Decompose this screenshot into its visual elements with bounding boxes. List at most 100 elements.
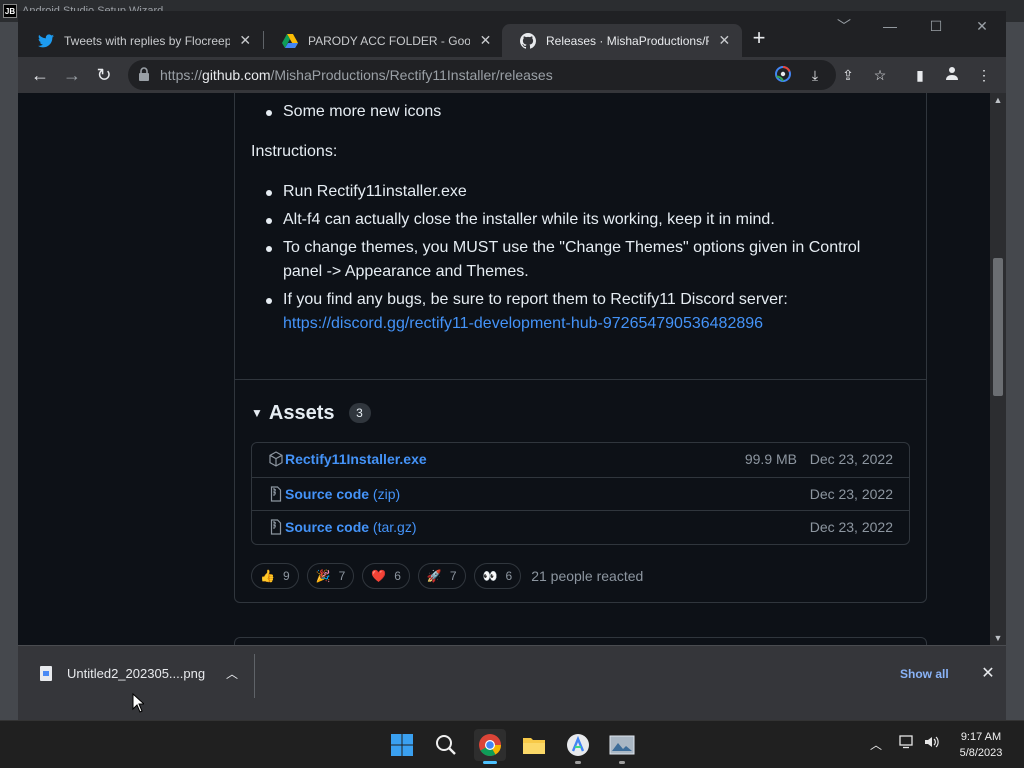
chrome-icon	[479, 734, 501, 756]
close-window-button[interactable]: ✕	[962, 15, 1002, 37]
scroll-down-arrow-icon[interactable]: ▼	[990, 631, 1006, 645]
list-item: Run Rectify11installer.exe	[251, 180, 891, 204]
tab-google-drive[interactable]: PARODY ACC FOLDER - Google Drive ✕	[264, 24, 503, 57]
assets-toggle[interactable]: ▼ Assets 3	[251, 400, 371, 426]
search-icon	[436, 735, 456, 755]
windows-logo-icon	[391, 734, 413, 756]
side-panel-icon[interactable]: ▮	[910, 65, 930, 85]
reload-button[interactable]: ↻	[90, 61, 118, 89]
tab-close-icon[interactable]: ✕	[238, 32, 253, 49]
reaction-thumbs-up[interactable]: 👍 9	[251, 563, 299, 589]
twitter-icon	[38, 33, 54, 49]
image-file-icon	[40, 666, 52, 681]
list-item: If you find any bugs, be sure to report …	[251, 288, 891, 336]
list-item: Alt-f4 can actually close the installer …	[251, 208, 891, 232]
asset-format: (zip)	[372, 486, 401, 502]
minimize-button[interactable]: —	[870, 15, 910, 37]
tray-overflow-chevron-icon[interactable]: ︿	[866, 735, 886, 755]
heart-icon: ❤️	[371, 569, 387, 583]
asset-row[interactable]: Source code (zip) Dec 23, 2022	[252, 477, 909, 510]
tab-title: Tweets with replies by Flocreeper	[64, 33, 230, 48]
tab-close-icon[interactable]: ✕	[717, 32, 732, 49]
discord-link[interactable]: https://discord.gg/rectify11-development…	[283, 315, 763, 332]
asset-date: Dec 23, 2022	[809, 519, 893, 535]
taskbar-android-studio[interactable]	[562, 729, 594, 764]
scroll-thumb[interactable]	[993, 258, 1003, 396]
tab-title: PARODY ACC FOLDER - Google Drive	[308, 33, 470, 48]
notes-list: Some more new icons	[251, 100, 891, 128]
running-indicator	[575, 761, 581, 764]
start-button[interactable]	[386, 729, 418, 761]
file-zip-icon	[270, 486, 282, 502]
search-button[interactable]	[430, 729, 462, 761]
folder-icon	[523, 738, 545, 754]
chevron-up-icon[interactable]: ︿	[222, 658, 242, 690]
new-tab-button[interactable]: +	[746, 26, 772, 52]
running-indicator	[483, 761, 497, 764]
clock-date: 5/8/2023	[959, 747, 1003, 759]
show-all-button[interactable]: Show all	[900, 658, 949, 690]
close-shelf-button[interactable]: ✕	[976, 658, 1000, 690]
download-item[interactable]: Untitled2_202305....png ︿	[30, 658, 256, 690]
instructions-heading: Instructions:	[251, 143, 338, 160]
instructions-list: Run Rectify11installer.exe Alt-f4 can ac…	[251, 180, 891, 340]
assets-title: Assets	[268, 401, 335, 424]
tab-twitter[interactable]: Tweets with replies by Flocreeper ✕	[20, 24, 263, 57]
package-icon	[269, 451, 283, 467]
system-clock[interactable]: 9:17 AM 5/8/2023	[950, 729, 1012, 761]
taskbar-file-explorer[interactable]	[518, 729, 550, 761]
install-app-icon[interactable]: ⤓	[806, 66, 824, 84]
volume-icon[interactable]	[922, 735, 942, 755]
tab-search-button[interactable]: ﹀	[824, 15, 864, 37]
url-path: /MishaProductions/Rectify11Installer/rel…	[270, 67, 553, 83]
tab-github-releases[interactable]: Releases · MishaProductions/Rectify11Ins…	[502, 24, 742, 57]
asset-name: Source code	[285, 486, 370, 502]
photo-icon	[609, 735, 635, 755]
asset-link[interactable]: Source code (tar.gz)	[285, 511, 417, 544]
asset-size: 99.9 MB	[744, 451, 797, 467]
reactions-bar: 👍 9 🎉 7 ❤️ 6 🚀 7 👀 6 21 people reacted	[251, 563, 643, 589]
asset-row[interactable]: Source code (tar.gz) Dec 23, 2022	[252, 510, 909, 543]
tab-close-icon[interactable]: ✕	[478, 32, 493, 49]
next-release-card	[234, 637, 927, 645]
url-text[interactable]: https://github.com/MishaProductions/Rect…	[160, 60, 553, 90]
jetbrains-logo: JB	[3, 4, 17, 18]
taskbar-chrome[interactable]	[474, 729, 506, 764]
network-icon[interactable]	[897, 735, 917, 755]
asset-link[interactable]: Rectify11Installer.exe	[285, 443, 427, 476]
back-button[interactable]: ←	[26, 61, 54, 89]
maximize-button[interactable]: ☐	[916, 15, 956, 37]
url-prefix: https://	[160, 67, 203, 83]
assets-list: Rectify11Installer.exe 99.9 MB Dec 23, 2…	[251, 442, 910, 545]
forward-button[interactable]: →	[58, 61, 86, 89]
profile-icon[interactable]	[942, 65, 962, 85]
thumbs-up-icon: 👍	[260, 569, 275, 583]
reaction-heart[interactable]: ❤️ 6	[362, 563, 410, 589]
address-bar[interactable]: https://github.com/MishaProductions/Rect…	[128, 60, 836, 90]
asset-row[interactable]: Rectify11Installer.exe 99.9 MB Dec 23, 2…	[252, 443, 909, 476]
page-viewport[interactable]: Some more new icons Instructions: Run Re…	[18, 93, 990, 645]
reaction-hooray[interactable]: 🎉 7	[306, 563, 355, 589]
browser-toolbar: ← → ↻ https://github.com/MishaProduction…	[18, 57, 1006, 93]
page-scrollbar[interactable]: ▲ ▼	[990, 93, 1006, 645]
share-icon[interactable]: ⇪	[838, 65, 858, 85]
running-indicator	[619, 761, 625, 764]
party-popper-icon: 🎉	[315, 569, 331, 583]
asset-format: (tar.gz)	[372, 519, 417, 535]
bookmark-star-icon[interactable]: ☆	[870, 65, 890, 85]
windows-taskbar: ︿ 9:17 AM 5/8/2023	[0, 720, 1024, 768]
list-item: To change themes, you MUST use the "Chan…	[251, 236, 891, 284]
taskbar-image-viewer[interactable]	[606, 729, 638, 764]
reaction-eyes[interactable]: 👀 6	[473, 563, 522, 589]
google-lens-icon[interactable]	[774, 66, 792, 84]
tab-title: Releases · MishaProductions/Rectify11Ins…	[546, 33, 709, 48]
shelf-divider	[254, 654, 255, 698]
menu-kebab-icon[interactable]: ⋮	[974, 65, 994, 85]
asset-link[interactable]: Source code (zip)	[285, 478, 400, 511]
scroll-up-arrow-icon[interactable]: ▲	[990, 93, 1006, 107]
lock-icon[interactable]	[138, 67, 150, 81]
reaction-rocket[interactable]: 🚀 7	[417, 563, 466, 589]
list-item: Some more new icons	[251, 100, 891, 124]
mouse-cursor-icon	[132, 693, 144, 713]
google-drive-icon	[282, 33, 298, 49]
